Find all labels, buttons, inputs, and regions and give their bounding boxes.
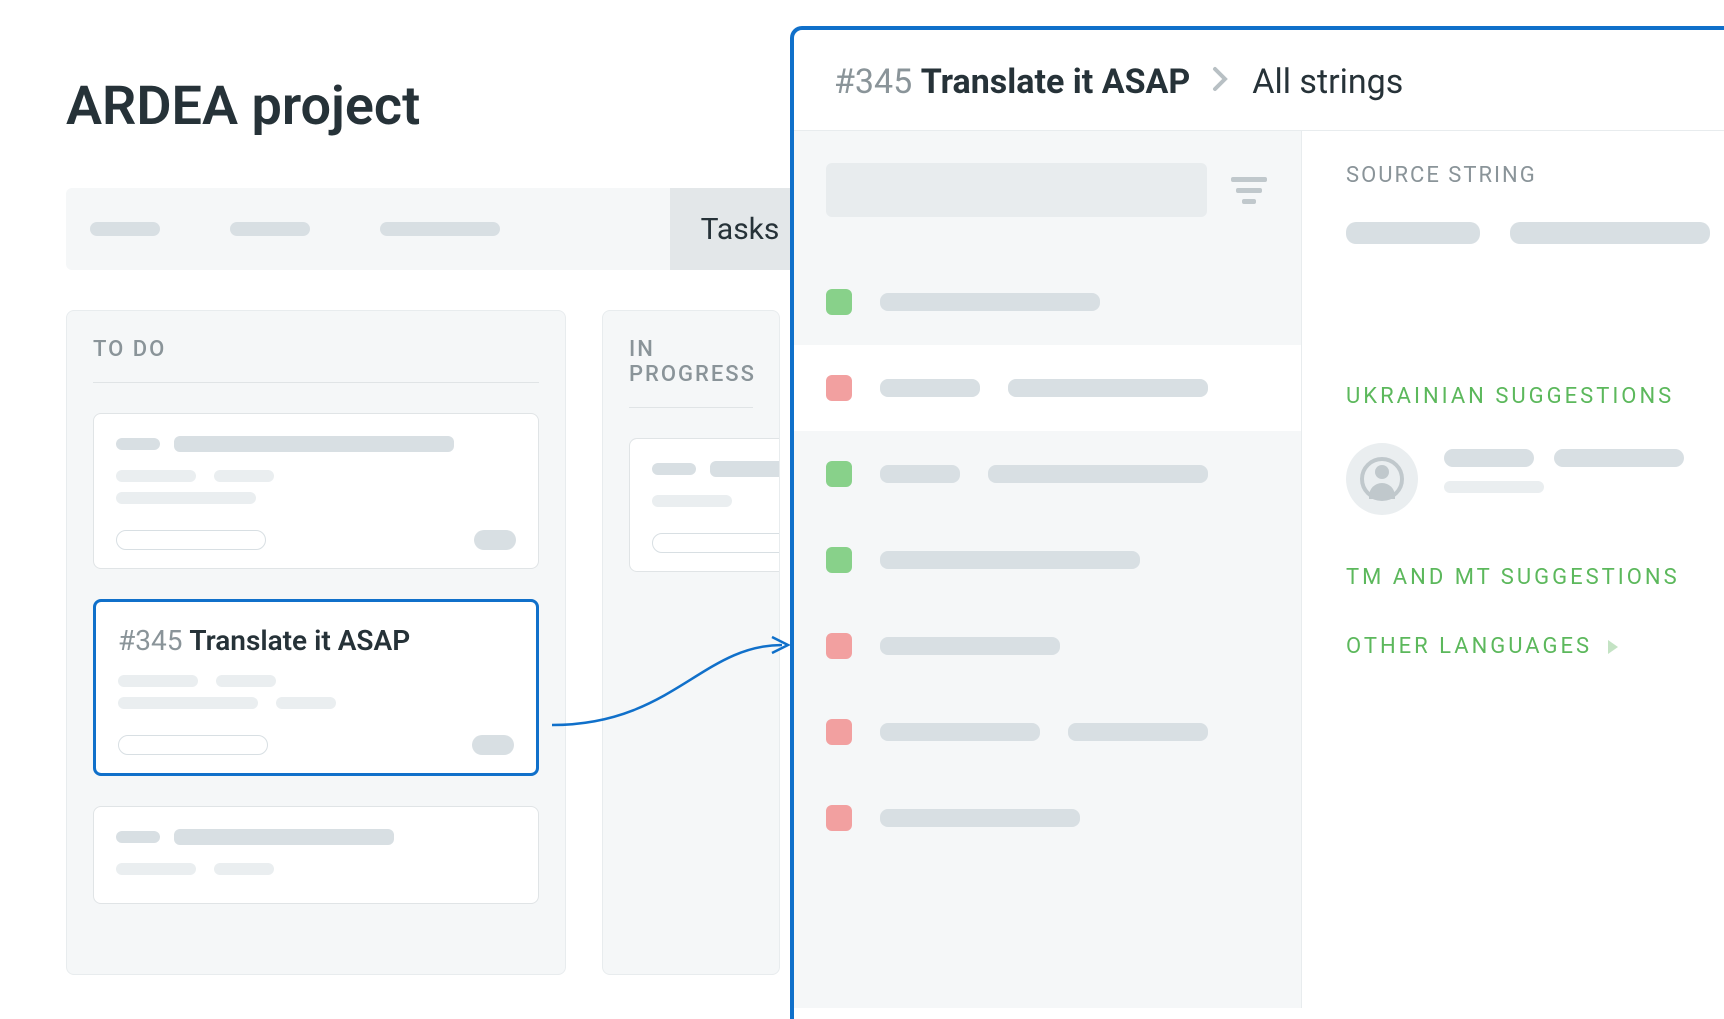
meta-placeholder bbox=[214, 470, 274, 482]
status-indicator-untranslated bbox=[826, 805, 852, 831]
string-row[interactable] bbox=[826, 775, 1269, 861]
suggestion-meta-placeholder bbox=[1444, 481, 1544, 493]
string-row[interactable] bbox=[826, 689, 1269, 775]
status-indicator-untranslated bbox=[826, 719, 852, 745]
card-title: #345 Translate it ASAP bbox=[118, 624, 410, 657]
card-id-placeholder bbox=[116, 831, 160, 843]
card-title-placeholder bbox=[174, 829, 394, 845]
status-indicator-untranslated bbox=[826, 375, 852, 401]
card-tag-outline bbox=[118, 735, 268, 755]
string-text-placeholder bbox=[880, 809, 1080, 827]
task-card-selected[interactable]: #345 Translate it ASAP bbox=[93, 599, 539, 776]
task-card[interactable] bbox=[93, 413, 539, 569]
kanban-column-inprogress: IN PROGRESS bbox=[602, 310, 780, 975]
suggestion-text-placeholder bbox=[1554, 449, 1684, 467]
string-text-placeholder bbox=[1068, 723, 1208, 741]
breadcrumb-current[interactable]: All strings bbox=[1252, 62, 1403, 102]
card-tag bbox=[472, 735, 514, 755]
meta-placeholder bbox=[276, 697, 336, 709]
string-text-placeholder bbox=[1008, 379, 1208, 397]
status-indicator-untranslated bbox=[826, 633, 852, 659]
meta-placeholder bbox=[116, 470, 196, 482]
chevron-right-icon bbox=[1212, 65, 1230, 100]
search-input[interactable] bbox=[826, 163, 1207, 217]
string-text-placeholder bbox=[880, 293, 1100, 311]
card-tag-outline bbox=[116, 530, 266, 550]
triangle-right-icon bbox=[1608, 640, 1618, 654]
tab-placeholder[interactable] bbox=[380, 222, 500, 236]
string-text-placeholder bbox=[880, 379, 980, 397]
tm-suggestions-label: TM AND MT SUGGESTIONS bbox=[1346, 565, 1724, 590]
tabs-bar: Tasks bbox=[66, 188, 810, 270]
user-avatar-icon bbox=[1346, 443, 1418, 515]
ukrainian-suggestions-label: UKRAINIAN SUGGESTIONS bbox=[1346, 384, 1724, 409]
meta-placeholder bbox=[118, 697, 258, 709]
filter-icon[interactable] bbox=[1229, 177, 1269, 204]
string-text-placeholder bbox=[880, 465, 960, 483]
source-text-placeholder bbox=[1510, 222, 1710, 244]
string-detail-panel: SOURCE STRING UKRAINIAN SUGGESTIONS bbox=[1302, 131, 1724, 1008]
status-indicator-approved bbox=[826, 461, 852, 487]
task-breadcrumb-title[interactable]: #345 Translate it ASAP bbox=[834, 62, 1190, 102]
string-row[interactable] bbox=[826, 603, 1269, 689]
tab-placeholder[interactable] bbox=[90, 222, 160, 236]
tab-tasks[interactable]: Tasks bbox=[670, 188, 810, 270]
column-header: IN PROGRESS bbox=[629, 337, 753, 408]
string-text-placeholder bbox=[988, 465, 1208, 483]
project-title: ARDEA project bbox=[66, 75, 788, 138]
string-row[interactable] bbox=[826, 431, 1269, 517]
card-id-placeholder bbox=[652, 463, 696, 475]
meta-placeholder bbox=[652, 495, 732, 507]
string-row-active[interactable] bbox=[794, 345, 1301, 431]
status-indicator-approved bbox=[826, 289, 852, 315]
source-string-label: SOURCE STRING bbox=[1346, 163, 1724, 188]
meta-placeholder bbox=[116, 492, 256, 504]
string-text-placeholder bbox=[880, 723, 1040, 741]
meta-placeholder bbox=[118, 675, 198, 687]
card-tag bbox=[474, 530, 516, 550]
meta-placeholder bbox=[216, 675, 276, 687]
card-title-placeholder bbox=[710, 461, 780, 477]
column-header: TO DO bbox=[93, 337, 539, 383]
card-title-placeholder bbox=[174, 436, 454, 452]
strings-list-panel bbox=[794, 131, 1302, 1008]
other-languages-label[interactable]: OTHER LANGUAGES bbox=[1346, 634, 1592, 659]
string-row[interactable] bbox=[826, 259, 1269, 345]
task-card[interactable] bbox=[629, 438, 780, 572]
suggestion-text-placeholder bbox=[1444, 449, 1534, 467]
string-text-placeholder bbox=[880, 637, 1060, 655]
string-row[interactable] bbox=[826, 517, 1269, 603]
source-text-placeholder bbox=[1346, 222, 1480, 244]
string-text-placeholder bbox=[880, 551, 1140, 569]
meta-placeholder bbox=[116, 863, 196, 875]
card-tag-outline bbox=[652, 533, 780, 553]
tab-placeholder[interactable] bbox=[230, 222, 310, 236]
card-id-placeholder bbox=[116, 438, 160, 450]
suggestion-item[interactable] bbox=[1346, 443, 1724, 515]
meta-placeholder bbox=[214, 863, 274, 875]
status-indicator-approved bbox=[826, 547, 852, 573]
kanban-column-todo: TO DO bbox=[66, 310, 566, 975]
editor-header: #345 Translate it ASAP All strings bbox=[794, 30, 1724, 131]
task-card[interactable] bbox=[93, 806, 539, 904]
editor-panel: #345 Translate it ASAP All strings bbox=[790, 26, 1724, 1019]
